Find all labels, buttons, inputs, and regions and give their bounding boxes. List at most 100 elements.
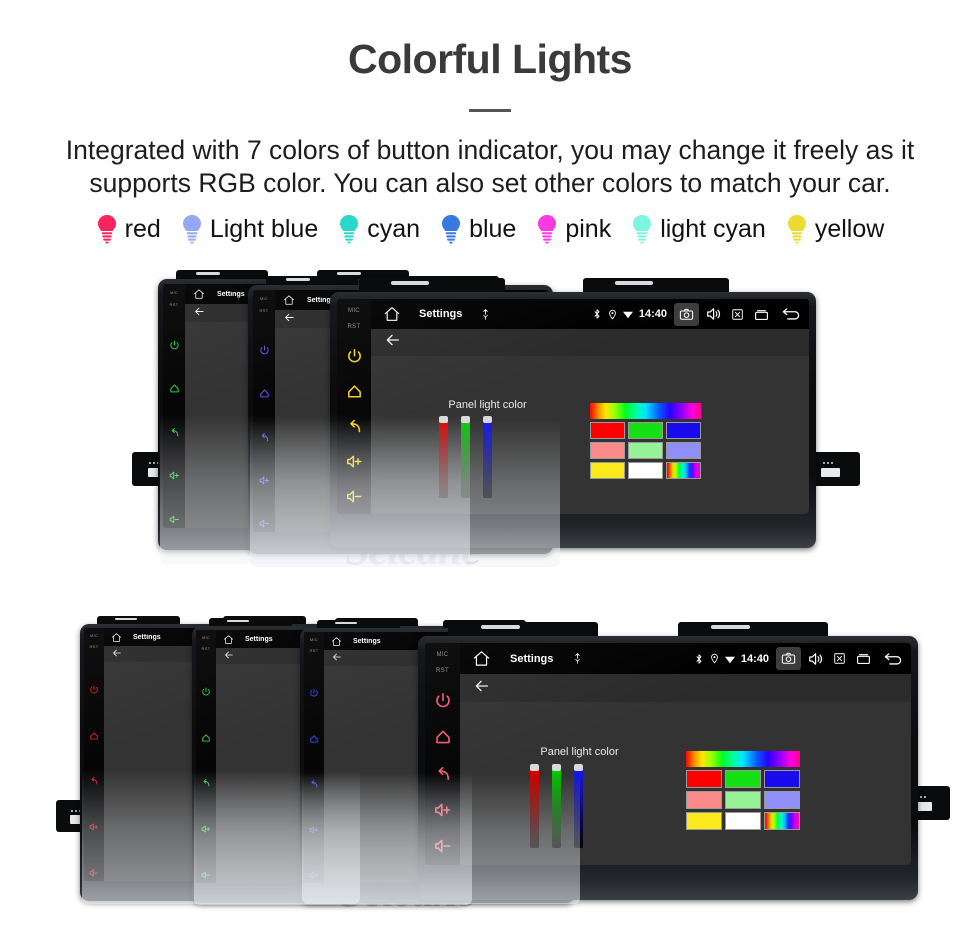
back-arrow-icon[interactable]	[284, 310, 295, 328]
hardkey-home-icon[interactable]	[89, 731, 99, 741]
hardkey-power-icon[interactable]	[169, 340, 180, 351]
hardkey-power-icon[interactable]	[346, 348, 363, 365]
hardkey-volume-down-icon[interactable]	[309, 870, 319, 880]
bluetooth-icon[interactable]	[693, 653, 705, 665]
color-swatch[interactable]	[725, 812, 761, 830]
hardkey-volume-up-icon[interactable]	[346, 453, 363, 470]
recents-icon[interactable]	[856, 651, 871, 666]
hardkey-volume-up-icon[interactable]	[309, 825, 319, 835]
hardkey-power-icon[interactable]	[89, 685, 99, 695]
slider-thumb[interactable]	[439, 416, 448, 423]
hardkey-back-icon[interactable]	[309, 779, 319, 789]
volume-icon[interactable]	[808, 651, 824, 667]
wifi-icon[interactable]	[622, 308, 634, 320]
green-slider[interactable]	[461, 416, 470, 498]
hardkey-volume-down-icon[interactable]	[201, 870, 211, 880]
status-home-icon[interactable]	[193, 288, 205, 300]
hardkey-volume-down-icon[interactable]	[259, 518, 270, 529]
volume-icon[interactable]	[706, 306, 722, 322]
status-home-icon[interactable]	[111, 632, 122, 643]
hardkey-volume-up-icon[interactable]	[201, 824, 211, 834]
location-icon[interactable]	[709, 653, 720, 664]
blue-slider[interactable]	[574, 764, 583, 848]
hardkey-home-icon[interactable]	[201, 733, 211, 743]
hardkey-power-icon[interactable]	[434, 692, 452, 710]
mic-icon[interactable]	[571, 652, 584, 665]
radio-screen[interactable]: MIC RST Settings 14:40 Panel light color	[425, 643, 911, 865]
back-arrow-icon[interactable]	[385, 332, 401, 353]
color-swatch[interactable]	[764, 770, 800, 788]
camera-icon[interactable]	[674, 302, 699, 326]
close-box-icon[interactable]	[731, 308, 744, 321]
hardkey-back-icon[interactable]	[259, 432, 270, 443]
blue-slider[interactable]	[483, 416, 492, 498]
hardkey-back-icon[interactable]	[89, 776, 99, 786]
hardkey-volume-up-icon[interactable]	[89, 822, 99, 832]
slider-thumb[interactable]	[461, 416, 470, 423]
hardkey-volume-up-icon[interactable]	[169, 470, 180, 481]
color-swatch[interactable]	[590, 422, 625, 439]
status-home-icon[interactable]	[223, 634, 234, 645]
color-swatch[interactable]	[725, 770, 761, 788]
status-home-icon[interactable]	[472, 649, 491, 668]
bluetooth-icon[interactable]	[591, 308, 603, 320]
hardkey-power-icon[interactable]	[201, 687, 211, 697]
hardkey-back-icon[interactable]	[346, 418, 363, 435]
slider-thumb[interactable]	[552, 764, 561, 771]
hardkey-volume-up-icon[interactable]	[259, 475, 270, 486]
radio-screen[interactable]: MIC RST Settings 14:40 Panel light color	[337, 299, 809, 514]
back-arrow-icon[interactable]	[194, 304, 205, 322]
color-swatch[interactable]	[686, 770, 722, 788]
status-home-icon[interactable]	[383, 305, 401, 323]
hardkey-volume-down-icon[interactable]	[434, 837, 452, 855]
red-slider[interactable]	[439, 416, 448, 498]
status-home-icon[interactable]	[283, 294, 295, 306]
hardkey-volume-down-icon[interactable]	[89, 868, 99, 878]
hardkey-home-icon[interactable]	[169, 383, 180, 394]
hardkey-back-icon[interactable]	[201, 778, 211, 788]
recents-icon[interactable]	[754, 307, 769, 322]
color-swatch[interactable]	[628, 462, 663, 479]
color-swatch[interactable]	[764, 791, 800, 809]
back-arrow-icon[interactable]	[332, 649, 342, 667]
back-icon[interactable]	[781, 306, 801, 322]
back-arrow-icon[interactable]	[224, 647, 234, 665]
color-swatch[interactable]	[686, 812, 722, 830]
status-home-icon[interactable]	[331, 636, 342, 647]
rainbow-gradient-bar[interactable]	[590, 403, 701, 419]
color-swatch[interactable]	[590, 462, 625, 479]
location-icon[interactable]	[607, 309, 618, 320]
hardkey-power-icon[interactable]	[259, 345, 270, 356]
color-swatch[interactable]	[686, 791, 722, 809]
color-swatch[interactable]	[666, 422, 701, 439]
hardkey-volume-down-icon[interactable]	[169, 514, 180, 525]
hardkey-back-icon[interactable]	[434, 765, 452, 783]
close-box-icon[interactable]	[833, 652, 846, 665]
hardkey-back-icon[interactable]	[169, 427, 180, 438]
color-swatch[interactable]	[590, 442, 625, 459]
wifi-icon[interactable]	[724, 653, 736, 665]
rainbow-gradient-bar[interactable]	[686, 751, 800, 767]
hardkey-home-icon[interactable]	[259, 388, 270, 399]
slider-thumb[interactable]	[574, 764, 583, 771]
camera-icon[interactable]	[776, 647, 801, 670]
color-swatch[interactable]	[764, 812, 800, 830]
radio-unit-pink-unit[interactable]: MIC RST Settings 14:40 Panel light color	[418, 622, 918, 900]
hardkey-power-icon[interactable]	[309, 688, 319, 698]
radio-unit-yellow-unit[interactable]: MIC RST Settings 14:40 Panel light color	[330, 278, 816, 548]
color-swatch[interactable]	[666, 462, 701, 479]
slider-thumb[interactable]	[483, 416, 492, 423]
back-icon[interactable]	[883, 651, 903, 667]
hardkey-home-icon[interactable]	[434, 728, 452, 746]
hardkey-volume-down-icon[interactable]	[346, 488, 363, 505]
color-swatch[interactable]	[628, 442, 663, 459]
slider-thumb[interactable]	[530, 764, 539, 771]
red-slider[interactable]	[530, 764, 539, 848]
hardkey-home-icon[interactable]	[346, 383, 363, 400]
green-slider[interactable]	[552, 764, 561, 848]
back-arrow-icon[interactable]	[112, 645, 122, 663]
hardkey-volume-up-icon[interactable]	[434, 801, 452, 819]
color-swatch[interactable]	[725, 791, 761, 809]
mic-icon[interactable]	[479, 308, 492, 321]
hardkey-home-icon[interactable]	[309, 734, 319, 744]
